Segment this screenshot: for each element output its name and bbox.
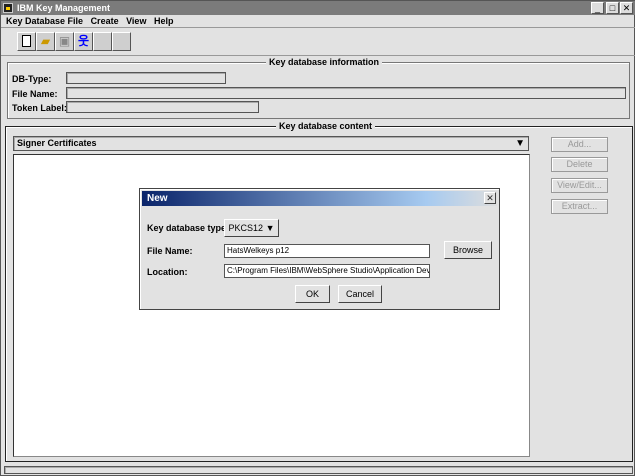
menu-key-database-file[interactable]: Key Database File [6,16,83,26]
menu-view[interactable]: View [126,16,146,26]
menu-bar: Key Database File Create View Help [1,15,635,28]
location-input[interactable]: C:\Program Files\IBM\WebSphere Studio\Ap… [224,264,430,278]
new-dialog: New ✕ Key database type PKCS12 ▼ File Na… [139,188,500,310]
chevron-down-icon: ▼ [265,223,275,233]
group-title: Key database content [276,121,376,131]
group-title: Key database information [266,57,383,67]
window-title: IBM Key Management [17,3,111,13]
save-disk-icon[interactable]: ▣ [55,32,74,51]
browse-button[interactable]: Browse [444,241,492,259]
cancel-button[interactable]: Cancel [338,285,382,303]
dropdown-value: Signer Certificates [17,138,97,148]
user-icon[interactable]: 웃 [74,32,93,51]
dialog-close-icon[interactable]: ✕ [484,192,496,204]
divider [1,55,635,56]
db-type-field [66,72,226,84]
chevron-down-icon: ▼ [515,138,525,149]
key-database-information-group: Key database information DB-Type: File N… [7,57,630,119]
certificate-type-dropdown[interactable]: Signer Certificates ▼ [13,136,529,151]
dialog-title: New [147,193,168,204]
close-button[interactable]: ✕ [620,2,633,14]
new-file-icon[interactable] [17,32,36,51]
view-edit-button[interactable]: View/Edit... [551,178,608,193]
file-name-label: File Name: [12,89,58,99]
app-icon [3,3,13,13]
file-name-input[interactable]: HatsWelkeys p12 [224,244,430,258]
location-label: Location: [147,267,188,277]
title-bar: IBM Key Management [1,1,635,15]
add-button[interactable]: Add... [551,137,608,152]
delete-button[interactable]: Delete [551,157,608,172]
token-label-field [66,101,259,113]
minimize-button[interactable]: _ [591,2,604,14]
file-name-field [66,87,626,99]
dropdown-value: PKCS12 [228,223,264,233]
ok-button[interactable]: OK [295,285,330,303]
key-database-type-label: Key database type [147,223,227,233]
key-database-type-dropdown[interactable]: PKCS12 ▼ [224,219,279,237]
token-label-label: Token Label: [12,103,67,113]
maximize-button[interactable]: □ [606,2,619,14]
db-type-label: DB-Type: [12,74,52,84]
open-folder-icon[interactable]: ▰ [36,32,55,51]
status-bar [4,466,633,474]
file-name-label: File Name: [147,246,193,256]
menu-create[interactable]: Create [91,16,119,26]
extract-button[interactable]: Extract... [551,199,608,214]
blank-toolbar-button[interactable] [93,32,112,51]
blank-toolbar-button[interactable] [112,32,131,51]
dialog-title-bar: New [142,191,497,206]
menu-help[interactable]: Help [154,16,174,26]
